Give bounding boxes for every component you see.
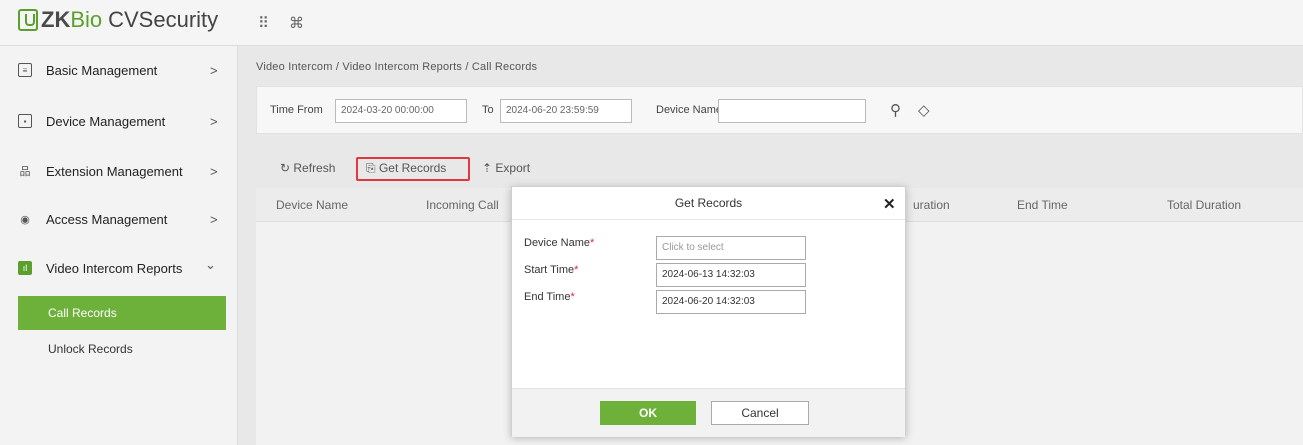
command-icon[interactable]: ⌘: [289, 14, 304, 32]
sidebar-item-label: Device Management: [46, 113, 166, 129]
eraser-icon[interactable]: ◇: [918, 101, 930, 119]
grid-icon[interactable]: ⠿: [258, 14, 269, 32]
sidebar-item-label: Basic Management: [46, 62, 158, 78]
chart-icon: ıl: [18, 261, 32, 275]
export-icon: ⇡: [482, 161, 496, 175]
sidebar-item-extension-management[interactable]: 品 Extension Management >: [0, 151, 238, 191]
sidebar-item-device-management[interactable]: ▪ Device Management >: [0, 101, 238, 141]
chevron-down-icon: ⌄: [205, 257, 216, 272]
device-name-select[interactable]: Click to select: [656, 236, 806, 260]
device-name-field-label: Device Name*: [524, 237, 595, 249]
logo-zk-text: ZK: [41, 7, 71, 32]
get-records-dialog: Get Records ✕ Device Name* Click to sele…: [511, 186, 906, 437]
breadcrumb: Video Intercom / Video Intercom Reports …: [256, 61, 538, 73]
sidebar-item-label: Video Intercom Reports: [46, 260, 183, 276]
time-from-input[interactable]: 2024-03-20 00:00:00: [335, 99, 467, 123]
chevron-right-icon: >: [210, 62, 218, 78]
refresh-button[interactable]: ↻ Refresh: [280, 161, 335, 175]
sidebar-item-access-management[interactable]: ◉ Access Management >: [0, 199, 238, 239]
list-icon: ≡: [18, 63, 32, 77]
to-input[interactable]: 2024-06-20 23:59:59: [500, 99, 632, 123]
start-time-input[interactable]: 2024-06-13 14:32:03: [656, 263, 806, 287]
ok-button[interactable]: OK: [600, 401, 696, 425]
app-logo[interactable]: ZK Bio CVSecurity: [18, 7, 218, 33]
sidebar-item-basic-management[interactable]: ≡ Basic Management >: [0, 50, 238, 90]
column-header[interactable]: Incoming Call: [426, 198, 499, 212]
refresh-icon: ↻: [280, 161, 294, 175]
sidebar-item-video-intercom-reports[interactable]: ıl Video Intercom Reports ⌄: [0, 248, 238, 288]
column-header[interactable]: Device Name: [276, 198, 348, 212]
logo-mark-icon: [18, 9, 38, 31]
chevron-right-icon: >: [210, 211, 218, 227]
dialog-footer: OK Cancel: [512, 388, 905, 437]
top-bar: ZK Bio CVSecurity ⠿ ⌘: [0, 0, 1303, 46]
export-button[interactable]: ⇡ Export: [482, 161, 530, 175]
dialog-title: Get Records: [512, 187, 905, 220]
to-label: To: [482, 104, 494, 116]
refresh-label: Refresh: [293, 161, 336, 175]
chevron-right-icon: >: [210, 163, 218, 179]
sidebar-item-label: Extension Management: [46, 163, 183, 179]
end-time-field-label: End Time*: [524, 291, 575, 303]
highlight-box: [356, 157, 470, 181]
export-label: Export: [495, 161, 531, 175]
sidebar-subitem-call-records[interactable]: Call Records: [18, 296, 226, 330]
device-name-input[interactable]: [718, 99, 866, 123]
sidebar-item-label: Access Management: [46, 211, 168, 227]
device-name-label: Device Name: [656, 104, 723, 116]
end-time-input[interactable]: 2024-06-20 14:32:03: [656, 290, 806, 314]
shield-icon: ◉: [20, 213, 30, 226]
cancel-button[interactable]: Cancel: [711, 401, 809, 425]
sidebar-subitem-unlock-records[interactable]: Unlock Records: [18, 332, 226, 366]
column-header[interactable]: End Time: [1017, 198, 1068, 212]
logo-name-text: CVSecurity: [108, 7, 219, 32]
hierarchy-icon: 品: [19, 166, 31, 178]
start-time-field-label: Start Time*: [524, 264, 579, 276]
device-icon: ▪: [18, 114, 32, 128]
close-icon[interactable]: ✕: [883, 195, 896, 213]
time-from-label: Time From: [270, 104, 323, 116]
logo-bio-text: Bio: [70, 7, 103, 32]
column-header[interactable]: Total Duration: [1167, 198, 1241, 212]
chevron-right-icon: >: [210, 113, 218, 129]
search-icon[interactable]: ⚲: [890, 101, 901, 119]
column-header[interactable]: uration: [913, 198, 950, 212]
